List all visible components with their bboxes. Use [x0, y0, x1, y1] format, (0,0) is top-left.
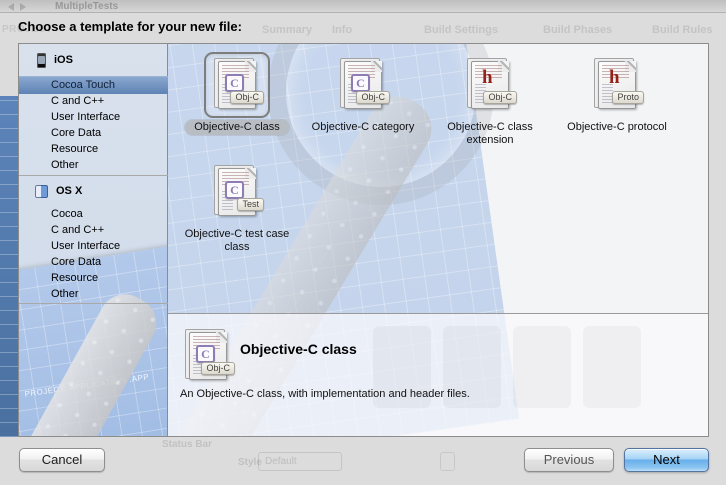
template-label: Objective-C class — [176, 121, 298, 134]
back-arrow-icon — [8, 3, 14, 11]
dialog-title: Choose a template for your new file: — [18, 19, 242, 34]
sidebar-divider — [19, 175, 168, 176]
background-remnant — [583, 326, 641, 408]
background-tab-summary: Summary — [262, 24, 312, 36]
background-tab-info: Info — [332, 24, 352, 36]
sidebar-item-other-osx[interactable]: Other — [19, 286, 168, 302]
sidebar-item-resource-ios[interactable]: Resource — [19, 141, 168, 157]
objc-category-file-icon: C Obj-C — [344, 61, 382, 109]
file-type-tag: Obj-C — [356, 91, 390, 104]
file-type-tag: Test — [237, 198, 264, 211]
template-label: Objective-C class extension — [429, 121, 551, 147]
template-objective-c-class-extension[interactable]: h Obj-C Objective-C class extension — [429, 52, 551, 147]
cancel-button[interactable]: Cancel — [19, 448, 105, 472]
template-objective-c-protocol[interactable]: h Proto Objective-C protocol — [556, 52, 678, 134]
template-category-sidebar: PROJECT: APPLICATION .APP iOS Cocoa Touc… — [18, 43, 169, 437]
template-label: Objective-C category — [302, 121, 424, 134]
background-tab-build-phases: Build Phases — [543, 24, 612, 36]
sidebar-item-core-data-ios[interactable]: Core Data — [19, 125, 168, 141]
sidebar-item-user-interface-ios[interactable]: User Interface — [19, 109, 168, 125]
selection-ring: C Obj-C — [204, 52, 270, 118]
forward-arrow-icon — [20, 3, 26, 11]
file-type-tag: Obj-C — [483, 91, 517, 104]
background-style-dropdown: Default — [258, 452, 342, 471]
detail-template-description: An Objective-C class, with implementatio… — [180, 388, 470, 400]
objc-class-file-icon: C Obj-C — [189, 332, 227, 380]
background-status-bar-label: Status Bar — [162, 439, 212, 450]
sidebar-item-user-interface-osx[interactable]: User Interface — [19, 238, 168, 254]
detail-template-title: Objective-C class — [240, 341, 357, 357]
file-type-tag: Obj-C — [201, 362, 235, 375]
next-button[interactable]: Next — [624, 448, 709, 472]
template-label: Objective-C protocol — [556, 121, 678, 134]
template-objective-c-test-case-class[interactable]: C Test Objective-C test case class — [176, 159, 298, 254]
template-objective-c-category[interactable]: C Obj-C Objective-C category — [302, 52, 424, 134]
sidebar-item-c-and-cpp-ios[interactable]: C and C++ — [19, 93, 168, 109]
sidebar-section-label: iOS — [54, 54, 73, 66]
sidebar-item-other-ios[interactable]: Other — [19, 157, 168, 173]
sidebar-section-ios: iOS — [19, 50, 168, 70]
sidebar-section-osx: OS X — [19, 181, 168, 201]
background-tab-build-rules: Build Rules — [652, 24, 713, 36]
template-browser-pane: C Obj-C Objective-C class C Obj-C Object… — [167, 43, 709, 437]
objc-class-file-icon: C Obj-C — [218, 61, 256, 109]
sidebar-list-bottom-border — [19, 303, 168, 304]
objc-header-file-icon: h Obj-C — [471, 61, 509, 109]
file-type-tag: Obj-C — [230, 91, 264, 104]
objc-test-file-icon: C Test — [218, 168, 256, 216]
sidebar-item-cocoa[interactable]: Cocoa — [19, 206, 168, 222]
iphone-icon — [37, 53, 46, 68]
background-tab-build-settings: Build Settings — [424, 24, 498, 36]
finder-icon — [35, 185, 48, 198]
sidebar-item-core-data-osx[interactable]: Core Data — [19, 254, 168, 270]
file-type-tag: Proto — [612, 91, 644, 104]
background-document-tab: MultipleTests — [55, 1, 118, 12]
previous-button[interactable]: Previous — [524, 448, 614, 472]
template-detail-pane: C Obj-C Objective-C class An Objective-C… — [168, 313, 708, 436]
background-remnant — [513, 326, 571, 408]
sidebar-item-c-and-cpp-osx[interactable]: C and C++ — [19, 222, 168, 238]
dimmed-toolbar: MultipleTests — [0, 0, 726, 13]
sidebar-item-resource-osx[interactable]: Resource — [19, 270, 168, 286]
background-stepper — [440, 452, 455, 471]
template-label: Objective-C test case class — [176, 228, 298, 254]
blueprint-margin-art — [0, 96, 18, 437]
sidebar-item-cocoa-touch[interactable]: Cocoa Touch — [19, 76, 168, 94]
sidebar-section-label: OS X — [56, 185, 82, 197]
objc-protocol-file-icon: h Proto — [598, 61, 636, 109]
template-objective-c-class[interactable]: C Obj-C Objective-C class — [176, 52, 298, 134]
